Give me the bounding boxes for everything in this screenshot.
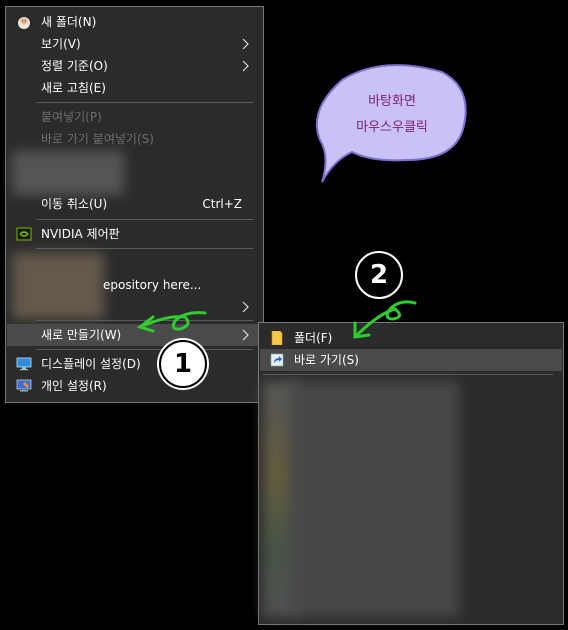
menu-item-nvidia[interactable]: NVIDIA 제어판 [7, 223, 262, 245]
menu-item-display[interactable]: 디스플레이 설정(D) [7, 353, 262, 375]
menu-item-view[interactable]: 보기(V) [7, 33, 262, 55]
menu-item-label: 보기(V) [41, 37, 81, 51]
personalize-icon [16, 379, 32, 392]
menu-item-label: 바로 가기 붙여넣기(S) [41, 132, 154, 146]
menu-item-paste[interactable]: 붙여넣기(P) [7, 106, 262, 128]
blurred-region [12, 151, 124, 195]
menu-item-refresh[interactable]: 새로 고침(E) [7, 77, 262, 99]
shortcut-icon [270, 353, 284, 367]
menu-item-label: 새로 만들기(W) [41, 328, 122, 342]
menu-separator [36, 102, 253, 103]
bubble-line-2: 마우스우클릭 [356, 120, 428, 135]
folder-icon [271, 331, 283, 345]
menu-item-repository[interactable]: epository here... [7, 274, 262, 296]
chevron-right-icon [242, 301, 249, 313]
menu-item-personalize[interactable]: 개인 설정(R) [7, 375, 262, 397]
menu-item-label: 디스플레이 설정(D) [41, 357, 141, 371]
menu-item-label: 폴더(F) [294, 331, 333, 345]
menu-item-paste-shortcut[interactable]: 바로 가기 붙여넣기(S) [7, 128, 262, 150]
menu-separator [36, 219, 253, 220]
menu-item-label: 개인 설정(R) [41, 379, 107, 393]
blurred-region [289, 381, 459, 617]
arrow-1-icon [136, 311, 207, 333]
menu-item-new-folder[interactable]: 새 폴더(N) [7, 11, 262, 33]
chevron-right-icon [242, 60, 249, 72]
desktop-context-menu: 새 폴더(N) 보기(V) 정렬 기준(O) 새로 고침(E) 붙여넣기(P) … [5, 6, 264, 403]
step-badge-1: 1 [159, 340, 207, 388]
menu-item-label: 새 폴더(N) [41, 15, 97, 29]
menu-item-label: 붙여넣기(P) [41, 110, 102, 124]
chevron-right-icon [242, 329, 249, 341]
step-badge-2: 2 [355, 251, 403, 299]
menu-separator [263, 374, 553, 375]
menu-item-sort[interactable]: 정렬 기준(O) [7, 55, 262, 77]
bubble-line-1: 바탕화면 [368, 94, 416, 109]
menu-item-undo-move[interactable]: 이동 취소(U) Ctrl+Z [7, 193, 262, 215]
chevron-right-icon [242, 38, 249, 50]
new-submenu: 폴더(F) 바로 가기(S) [258, 322, 564, 625]
menu-item-label: NVIDIA 제어판 [41, 227, 120, 241]
menu-separator [36, 349, 253, 350]
menu-separator [36, 248, 253, 249]
menu-item-label: epository here... [103, 278, 202, 292]
menu-item-label: 정렬 기준(O) [41, 59, 108, 73]
shortcut-label: Ctrl+Z [202, 197, 242, 211]
new-folder-icon [18, 17, 30, 29]
menu-item-label: 바로 가기(S) [294, 353, 359, 367]
menu-item-label: 이동 취소(U) [41, 197, 108, 211]
menu-item-label: 새로 고침(E) [41, 81, 106, 95]
speech-bubble: 바탕화면 마우스우클릭 [312, 60, 472, 193]
arrow-2-icon [353, 300, 417, 339]
submenu-item-shortcut[interactable]: 바로 가기(S) [260, 349, 562, 371]
nvidia-icon [16, 227, 32, 241]
display-icon [16, 357, 32, 371]
